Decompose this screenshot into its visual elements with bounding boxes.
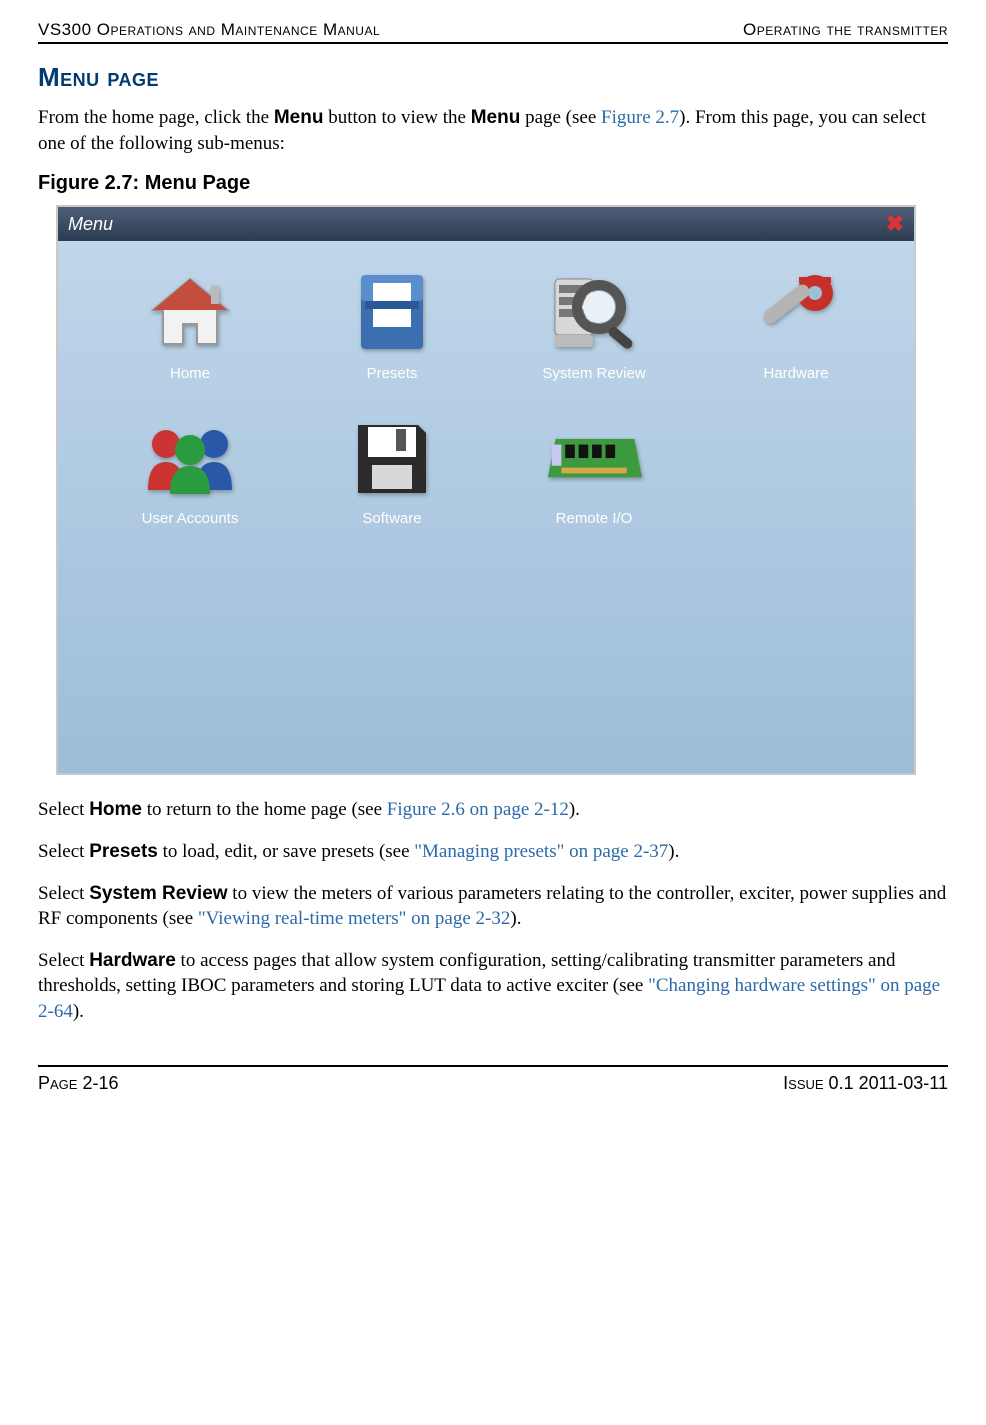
system-review-icon [546, 271, 642, 357]
menu-window-title: Menu [68, 214, 113, 235]
menu-item-label: User Accounts [142, 510, 239, 527]
menu-titlebar: Menu ✖ [58, 207, 914, 241]
menu-body: Home Presets [58, 241, 914, 773]
header-rule [38, 42, 948, 44]
menu-item-software[interactable]: Software [296, 416, 488, 527]
menu-icon-grid: Home Presets [94, 271, 892, 527]
para-home: Select Home to return to the home page (… [38, 797, 948, 823]
link-managing-presets[interactable]: "Managing presets" on page 2-37 [414, 841, 668, 862]
para-presets: Select Presets to load, edit, or save pr… [38, 839, 948, 865]
menu-item-label: System Review [542, 365, 645, 382]
figure-caption: Figure 2.7: Menu Page [38, 172, 948, 195]
home-icon [142, 271, 238, 357]
page-footer: Page 2-16 Issue 0.1 2011-03-11 [38, 1067, 948, 1094]
footer-page: Page 2-16 [38, 1073, 119, 1094]
figure-ref-link[interactable]: Figure 2.7 [601, 107, 679, 128]
section-heading: Menu page [38, 62, 948, 93]
hardware-icon [748, 271, 844, 357]
menu-window: Menu ✖ Home [56, 205, 916, 775]
link-figure-2-6[interactable]: Figure 2.6 on page 2-12 [387, 799, 569, 820]
link-realtime-meters[interactable]: "Viewing real-time meters" on page 2-32 [198, 908, 510, 929]
menu-item-label: Presets [367, 365, 418, 382]
page-header: VS300 Operations and Maintenance Manual … [38, 20, 948, 42]
header-left: VS300 Operations and Maintenance Manual [38, 20, 380, 40]
menu-item-presets[interactable]: Presets [296, 271, 488, 382]
close-icon[interactable]: ✖ [886, 211, 904, 237]
menu-item-label: Home [170, 365, 210, 382]
para-system-review: Select System Review to view the meters … [38, 881, 948, 932]
header-right: Operating the transmitter [743, 20, 948, 40]
menu-item-label: Hardware [763, 365, 828, 382]
presets-icon [344, 271, 440, 357]
figure-frame: Menu ✖ Home [56, 205, 916, 775]
menu-item-label: Software [362, 510, 421, 527]
software-icon [344, 416, 440, 502]
para-hardware: Select Hardware to access pages that all… [38, 948, 948, 1025]
footer-issue: Issue 0.1 2011-03-11 [783, 1073, 948, 1094]
menu-item-hardware[interactable]: Hardware [700, 271, 892, 382]
user-accounts-icon [142, 416, 238, 502]
remote-io-icon [546, 416, 642, 502]
intro-paragraph: From the home page, click the Menu butto… [38, 105, 948, 156]
menu-item-label: Remote I/O [556, 510, 633, 527]
menu-item-user-accounts[interactable]: User Accounts [94, 416, 286, 527]
menu-item-remote-io[interactable]: Remote I/O [498, 416, 690, 527]
menu-item-system-review[interactable]: System Review [498, 271, 690, 382]
menu-item-home[interactable]: Home [94, 271, 286, 382]
